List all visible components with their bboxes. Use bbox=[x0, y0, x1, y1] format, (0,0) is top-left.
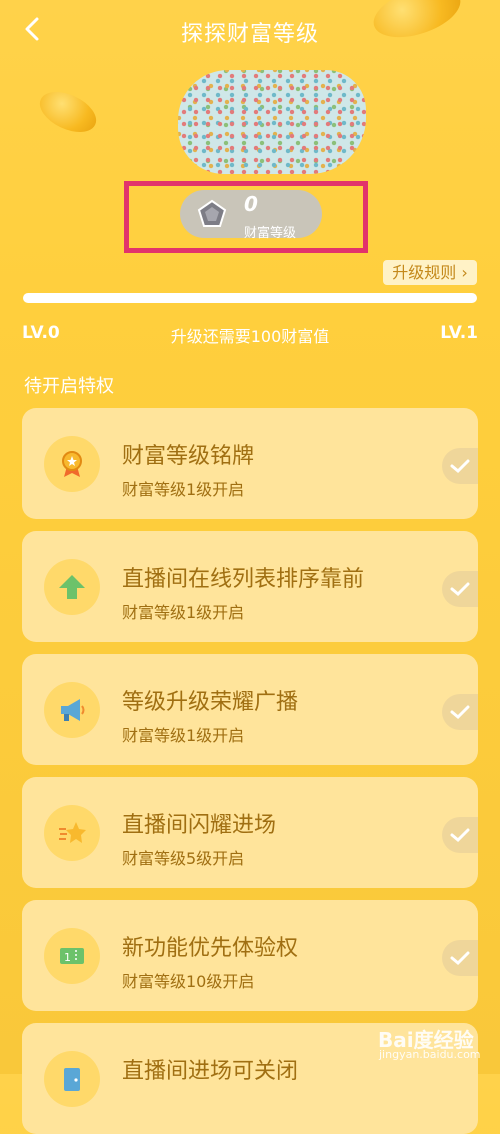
privilege-name: 等级升级荣耀广播 bbox=[122, 690, 299, 715]
upgrade-rules-button[interactable]: 升级规则 › bbox=[383, 260, 477, 285]
check-icon bbox=[442, 940, 478, 976]
privilege-requirement: 财富等级1级开启 bbox=[122, 603, 245, 622]
section-title: 待开启特权 bbox=[24, 376, 114, 397]
coin-decoration bbox=[33, 83, 103, 141]
privilege-card-early-access[interactable]: 1 新功能优先体验权 财富等级10级开启 bbox=[22, 900, 478, 1011]
shooting-star-icon bbox=[44, 805, 100, 861]
privilege-requirement: 财富等级1级开启 bbox=[122, 480, 245, 499]
privilege-card-nameplate[interactable]: 财富等级铭牌 财富等级1级开启 bbox=[22, 408, 478, 519]
ticket-icon: 1 bbox=[44, 928, 100, 984]
annotation-highlight-box bbox=[124, 181, 368, 253]
privilege-requirement: 财富等级1级开启 bbox=[122, 726, 245, 745]
check-icon bbox=[442, 571, 478, 607]
privilege-requirement: 财富等级10级开启 bbox=[122, 972, 255, 991]
privilege-requirement: 财富等级5级开启 bbox=[122, 849, 245, 868]
privilege-name: 直播间在线列表排序靠前 bbox=[122, 567, 365, 592]
privilege-name: 直播间进场可关闭 bbox=[122, 1059, 299, 1084]
privilege-name: 新功能优先体验权 bbox=[122, 936, 299, 961]
check-icon bbox=[442, 694, 478, 730]
level-progress-bar bbox=[23, 293, 477, 303]
arrow-up-icon bbox=[44, 559, 100, 615]
next-level-label: LV.1 bbox=[440, 323, 478, 343]
privilege-name: 财富等级铭牌 bbox=[122, 444, 255, 469]
watermark-sub: jingyan.baidu.com bbox=[379, 1048, 481, 1061]
megaphone-icon bbox=[44, 682, 100, 738]
svg-text:1: 1 bbox=[64, 951, 71, 964]
medal-icon bbox=[44, 436, 100, 492]
watermark: Bai度经验 jingyan.baidu.com bbox=[378, 1024, 481, 1061]
privilege-card-shiny-entrance[interactable]: 直播间闪耀进场 财富等级5级开启 bbox=[22, 777, 478, 888]
privilege-card-list-priority[interactable]: 直播间在线列表排序靠前 财富等级1级开启 bbox=[22, 531, 478, 642]
check-icon bbox=[442, 817, 478, 853]
privilege-card-broadcast[interactable]: 等级升级荣耀广播 财富等级1级开启 bbox=[22, 654, 478, 765]
check-icon bbox=[442, 448, 478, 484]
door-icon bbox=[44, 1051, 100, 1107]
upgrade-requirement-text: 升级还需要100财富值 bbox=[170, 327, 330, 346]
avatar bbox=[178, 70, 366, 174]
privilege-name: 直播间闪耀进场 bbox=[122, 813, 277, 838]
